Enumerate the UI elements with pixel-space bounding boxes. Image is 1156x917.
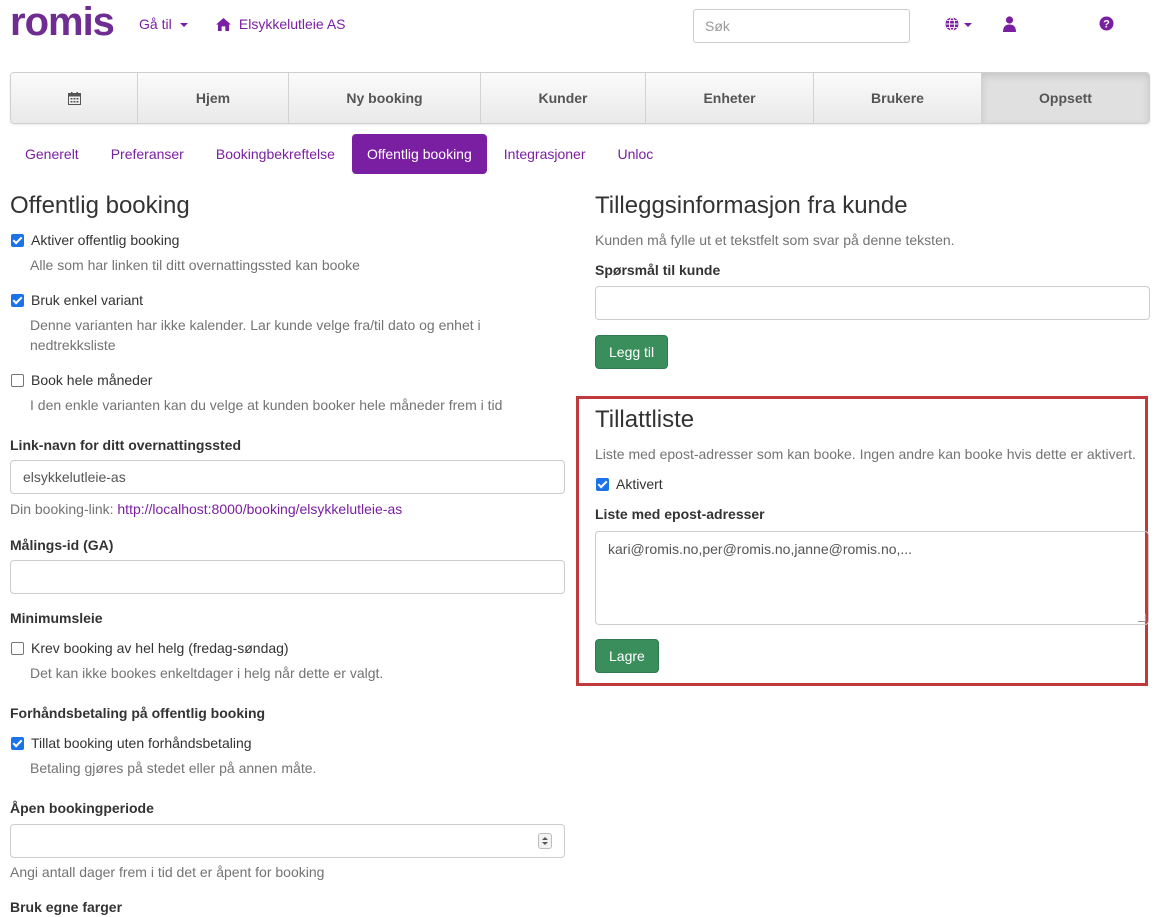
tab-hjem[interactable]: Hjem <box>138 73 289 123</box>
tab-brukere[interactable]: Brukere <box>814 73 982 123</box>
romis-logo[interactable]: romis <box>10 0 115 44</box>
company-link[interactable]: Elsykkelutleie AS <box>216 16 346 32</box>
tab-enheter[interactable]: Enheter <box>646 73 814 123</box>
allowlist-help: Liste med epost-adresser som kan booke. … <box>595 446 1136 462</box>
subtab-offentlig-booking[interactable]: Offentlig booking <box>351 134 487 174</box>
goto-label: Gå til <box>139 16 172 32</box>
top-navbar: romis Gå til Elsykkelutleie AS ? <box>0 0 1156 50</box>
ga-id-input[interactable] <box>10 560 565 594</box>
simple-variant-checkbox-row[interactable]: Bruk enkel variant <box>11 292 143 308</box>
simple-variant-help-line2: nedtrekksliste <box>30 337 116 353</box>
link-name-input[interactable]: elsykkelutleie-as <box>10 460 565 494</box>
open-period-label: Åpen bookingperiode <box>10 800 154 816</box>
booking-link-help: Din booking-link: http://localhost:8000/… <box>10 499 402 519</box>
tab-oppsett[interactable]: Oppsett <box>982 73 1149 123</box>
number-spinner-icon[interactable] <box>538 833 552 849</box>
weekend-help: Det kan ikke bookes enkeltdager i helg n… <box>30 665 384 681</box>
allowlist-enabled-checkbox[interactable] <box>596 477 609 491</box>
simple-variant-help: Denne varianten har ikke kalender. Lar k… <box>30 315 481 355</box>
subtab-generelt[interactable]: Generelt <box>10 134 94 174</box>
ga-id-label: Målings-id (GA) <box>10 537 114 553</box>
home-icon <box>216 18 231 31</box>
open-period-help: Angi antall dager frem i tid det er åpen… <box>10 864 325 880</box>
svg-text:?: ? <box>1103 19 1110 31</box>
extra-info-title: Tilleggsinformasjon fra kunde <box>595 192 908 219</box>
extra-info-help: Kunden må fylle ut et tekstfelt som svar… <box>595 232 955 248</box>
resize-handle-icon[interactable] <box>1138 614 1146 622</box>
globe-icon <box>945 17 972 31</box>
user-menu[interactable] <box>1003 16 1016 32</box>
subtab-integrasjoner[interactable]: Integrasjoner <box>489 134 601 174</box>
allowlist-enabled-row[interactable]: Aktivert <box>596 476 663 492</box>
prepay-checkbox-label: Tillat booking uten forhåndsbetaling <box>31 735 252 751</box>
caret-down-icon <box>179 23 188 28</box>
settings-subnav: Generelt Preferanser Bookingbekreftelse … <box>10 134 670 174</box>
simple-variant-label: Bruk enkel variant <box>31 292 144 308</box>
weekend-checkbox-row[interactable]: Krev booking av hel helg (fredag-søndag) <box>11 640 289 656</box>
question-input[interactable] <box>595 286 1150 320</box>
allowlist-enabled-label: Aktivert <box>616 476 663 492</box>
public-booking-title: Offentlig booking <box>10 192 190 219</box>
subtab-unloc[interactable]: Unloc <box>602 134 668 174</box>
language-menu[interactable] <box>945 16 975 32</box>
public-booking-help: Alle som har linken til ditt overnatting… <box>30 257 360 273</box>
tab-kunder[interactable]: Kunder <box>481 73 646 123</box>
prepay-label: Forhåndsbetaling på offentlig booking <box>10 705 266 721</box>
weekend-label: Krev booking av hel helg (fredag-søndag) <box>31 640 289 656</box>
main-tabs: Hjem Ny booking Kunder Enheter Brukere O… <box>10 72 1150 124</box>
goto-menu[interactable]: Gå til <box>139 16 188 32</box>
whole-months-label: Book hele måneder <box>31 372 153 388</box>
public-booking-checkbox[interactable] <box>11 233 24 247</box>
booking-link[interactable]: http://localhost:8000/booking/elsykkelut… <box>117 501 402 517</box>
public-booking-checkbox-row[interactable]: Aktiver offentlig booking <box>11 232 179 248</box>
search-input[interactable] <box>693 9 910 43</box>
subtab-bookingbekreftelse[interactable]: Bookingbekreftelse <box>201 134 350 174</box>
add-question-button[interactable]: Legg til <box>595 335 669 369</box>
save-button[interactable]: Lagre <box>595 639 659 673</box>
subtab-preferanser[interactable]: Preferanser <box>96 134 199 174</box>
whole-months-checkbox[interactable] <box>11 373 24 387</box>
allowlist-title: Tillattliste <box>595 406 695 433</box>
emails-value: kari@romis.no,per@romis.no,janne@romis.n… <box>608 541 913 557</box>
whole-months-help: I den enkle varianten kan du velge at ku… <box>30 397 503 413</box>
simple-variant-checkbox[interactable] <box>11 293 24 307</box>
own-colors-label: Bruk egne farger <box>10 899 123 915</box>
calendar-icon <box>67 91 81 105</box>
prepay-checkbox[interactable] <box>11 736 24 750</box>
emails-textarea[interactable]: kari@romis.no,per@romis.no,janne@romis.n… <box>595 531 1149 625</box>
whole-months-checkbox-row[interactable]: Book hele måneder <box>11 372 152 388</box>
booking-link-prefix: Din booking-link: <box>10 501 114 517</box>
emails-label: Liste med epost-adresser <box>595 506 765 522</box>
min-rent-label: Minimumsleie <box>10 610 103 626</box>
question-label: Spørsmål til kunde <box>595 262 721 278</box>
simple-variant-help-line1: Denne varianten har ikke kalender. Lar k… <box>30 317 481 333</box>
open-period-input[interactable] <box>10 824 565 858</box>
tab-calendar[interactable] <box>11 73 138 123</box>
company-name: Elsykkelutleie AS <box>238 16 346 32</box>
help-icon: ? <box>1099 16 1114 31</box>
tab-ny-booking[interactable]: Ny booking <box>289 73 481 123</box>
link-name-label: Link-navn for ditt overnattingssted <box>10 437 242 453</box>
prepay-help: Betaling gjøres på stedet eller på annen… <box>30 760 317 776</box>
public-booking-label: Aktiver offentlig booking <box>31 232 180 248</box>
prepay-checkbox-row[interactable]: Tillat booking uten forhåndsbetaling <box>11 735 252 751</box>
help-button[interactable]: ? <box>1099 16 1114 31</box>
weekend-checkbox[interactable] <box>11 641 24 655</box>
user-icon <box>1003 16 1016 32</box>
